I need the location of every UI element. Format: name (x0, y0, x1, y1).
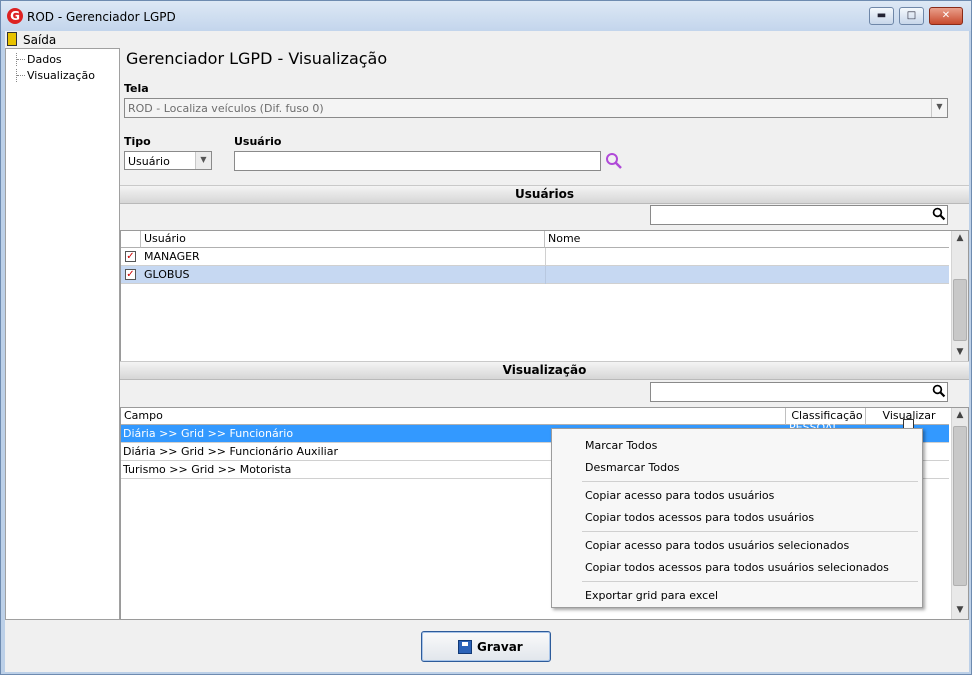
tree-item-visualizacao[interactable]: Visualização (16, 69, 95, 82)
app-window: G ROD - Gerenciador LGPD ▬ □ ✕ Saída Dad… (0, 0, 972, 675)
search-icon[interactable] (932, 207, 946, 221)
tree-item-dados[interactable]: Dados (16, 53, 62, 66)
menu-item-marcar-todos[interactable]: Marcar Todos (585, 439, 657, 452)
tela-label: Tela (124, 82, 149, 95)
search-icon[interactable] (932, 384, 946, 398)
visualizacao-search-input[interactable] (650, 382, 948, 402)
row-checkbox[interactable]: ✓ (125, 269, 136, 280)
visualizacao-scrollbar[interactable]: ▲ ▼ (951, 408, 968, 619)
maximize-icon: □ (906, 10, 917, 21)
row-usuario: GLOBUS (144, 268, 190, 281)
tipo-combo-value: Usuário (128, 155, 170, 168)
scroll-thumb[interactable] (953, 426, 967, 586)
close-icon: ✕ (941, 10, 951, 21)
menu-item-copiar-acesso-selecionados[interactable]: Copiar acesso para todos usuários seleci… (585, 539, 849, 552)
scroll-up-icon[interactable]: ▲ (952, 233, 968, 243)
row-usuario: MANAGER (144, 250, 200, 263)
tela-combo[interactable]: ROD - Localiza veículos (Dif. fuso 0) ▼ (124, 98, 948, 118)
row-campo: Diária >> Grid >> Funcionário (123, 427, 294, 440)
save-button[interactable]: Gravar (421, 631, 551, 662)
column-header-check (121, 231, 141, 248)
column-header-nome[interactable]: Nome (545, 231, 949, 248)
search-icon[interactable] (605, 152, 623, 170)
scroll-thumb[interactable] (953, 279, 967, 341)
tipo-label: Tipo (124, 135, 151, 148)
maximize-button[interactable]: □ (899, 7, 924, 25)
usuarios-section-header: Usuários (120, 185, 969, 204)
chevron-down-icon[interactable]: ▼ (195, 152, 211, 169)
menu-item-copiar-acesso-todos[interactable]: Copiar acesso para todos usuários (585, 489, 774, 502)
table-row[interactable]: ✓ GLOBUS (121, 266, 949, 284)
minimize-button[interactable]: ▬ (869, 7, 894, 25)
menu-exit[interactable]: Saída (23, 33, 56, 47)
row-nome (545, 266, 546, 284)
row-campo: Diária >> Grid >> Funcionário Auxiliar (123, 445, 338, 458)
scroll-down-icon[interactable]: ▼ (952, 605, 968, 615)
usuario-label: Usuário (234, 135, 282, 148)
menu-separator (582, 531, 918, 532)
row-nome (545, 248, 546, 266)
menu-item-desmarcar-todos[interactable]: Desmarcar Todos (585, 461, 680, 474)
usuarios-scrollbar[interactable]: ▲ ▼ (951, 231, 968, 361)
scroll-down-icon[interactable]: ▼ (952, 347, 968, 357)
minimize-icon: ▬ (876, 10, 887, 21)
usuarios-grid: Usuário Nome ✓ MANAGER ✓ GLOBUS ▲ ▼ (120, 230, 969, 362)
save-button-label: Gravar (477, 640, 523, 654)
exit-door-icon[interactable] (7, 32, 17, 46)
window-title: ROD - Gerenciador LGPD (27, 10, 176, 24)
column-header-usuario[interactable]: Usuário (141, 231, 545, 248)
usuarios-search-input[interactable] (650, 205, 948, 225)
context-menu: Marcar Todos Desmarcar Todos Copiar aces… (551, 428, 923, 608)
close-button[interactable]: ✕ (929, 7, 963, 25)
menu-separator (582, 481, 918, 482)
menu-separator (582, 581, 918, 582)
title-bar: G ROD - Gerenciador LGPD ▬ □ ✕ (1, 1, 971, 31)
row-campo: Turismo >> Grid >> Motorista (123, 463, 292, 476)
chevron-down-icon[interactable]: ▼ (931, 99, 947, 117)
scroll-up-icon[interactable]: ▲ (952, 410, 968, 420)
client-area: Saída Dados Visualização Gerenciador LGP… (5, 31, 969, 672)
visualizacao-section-header: Visualização (120, 361, 969, 380)
menu-bar: Saída (5, 31, 969, 49)
floppy-disk-icon (458, 640, 472, 654)
app-logo-icon: G (7, 8, 23, 24)
usuario-input[interactable] (234, 151, 601, 171)
tipo-combo[interactable]: Usuário ▼ (124, 151, 212, 170)
tela-combo-value: ROD - Localiza veículos (Dif. fuso 0) (128, 102, 324, 115)
navigation-tree: Dados Visualização (5, 48, 120, 620)
table-row[interactable]: ✓ MANAGER (121, 248, 949, 266)
menu-item-copiar-todos-acessos-selecionados[interactable]: Copiar todos acessos para todos usuários… (585, 561, 889, 574)
row-checkbox[interactable]: ✓ (125, 251, 136, 262)
menu-item-copiar-todos-acessos-todos[interactable]: Copiar todos acessos para todos usuários (585, 511, 814, 524)
menu-item-exportar-excel[interactable]: Exportar grid para excel (585, 589, 718, 602)
column-header-campo[interactable]: Campo (121, 408, 786, 425)
page-title: Gerenciador LGPD - Visualização (126, 49, 388, 68)
